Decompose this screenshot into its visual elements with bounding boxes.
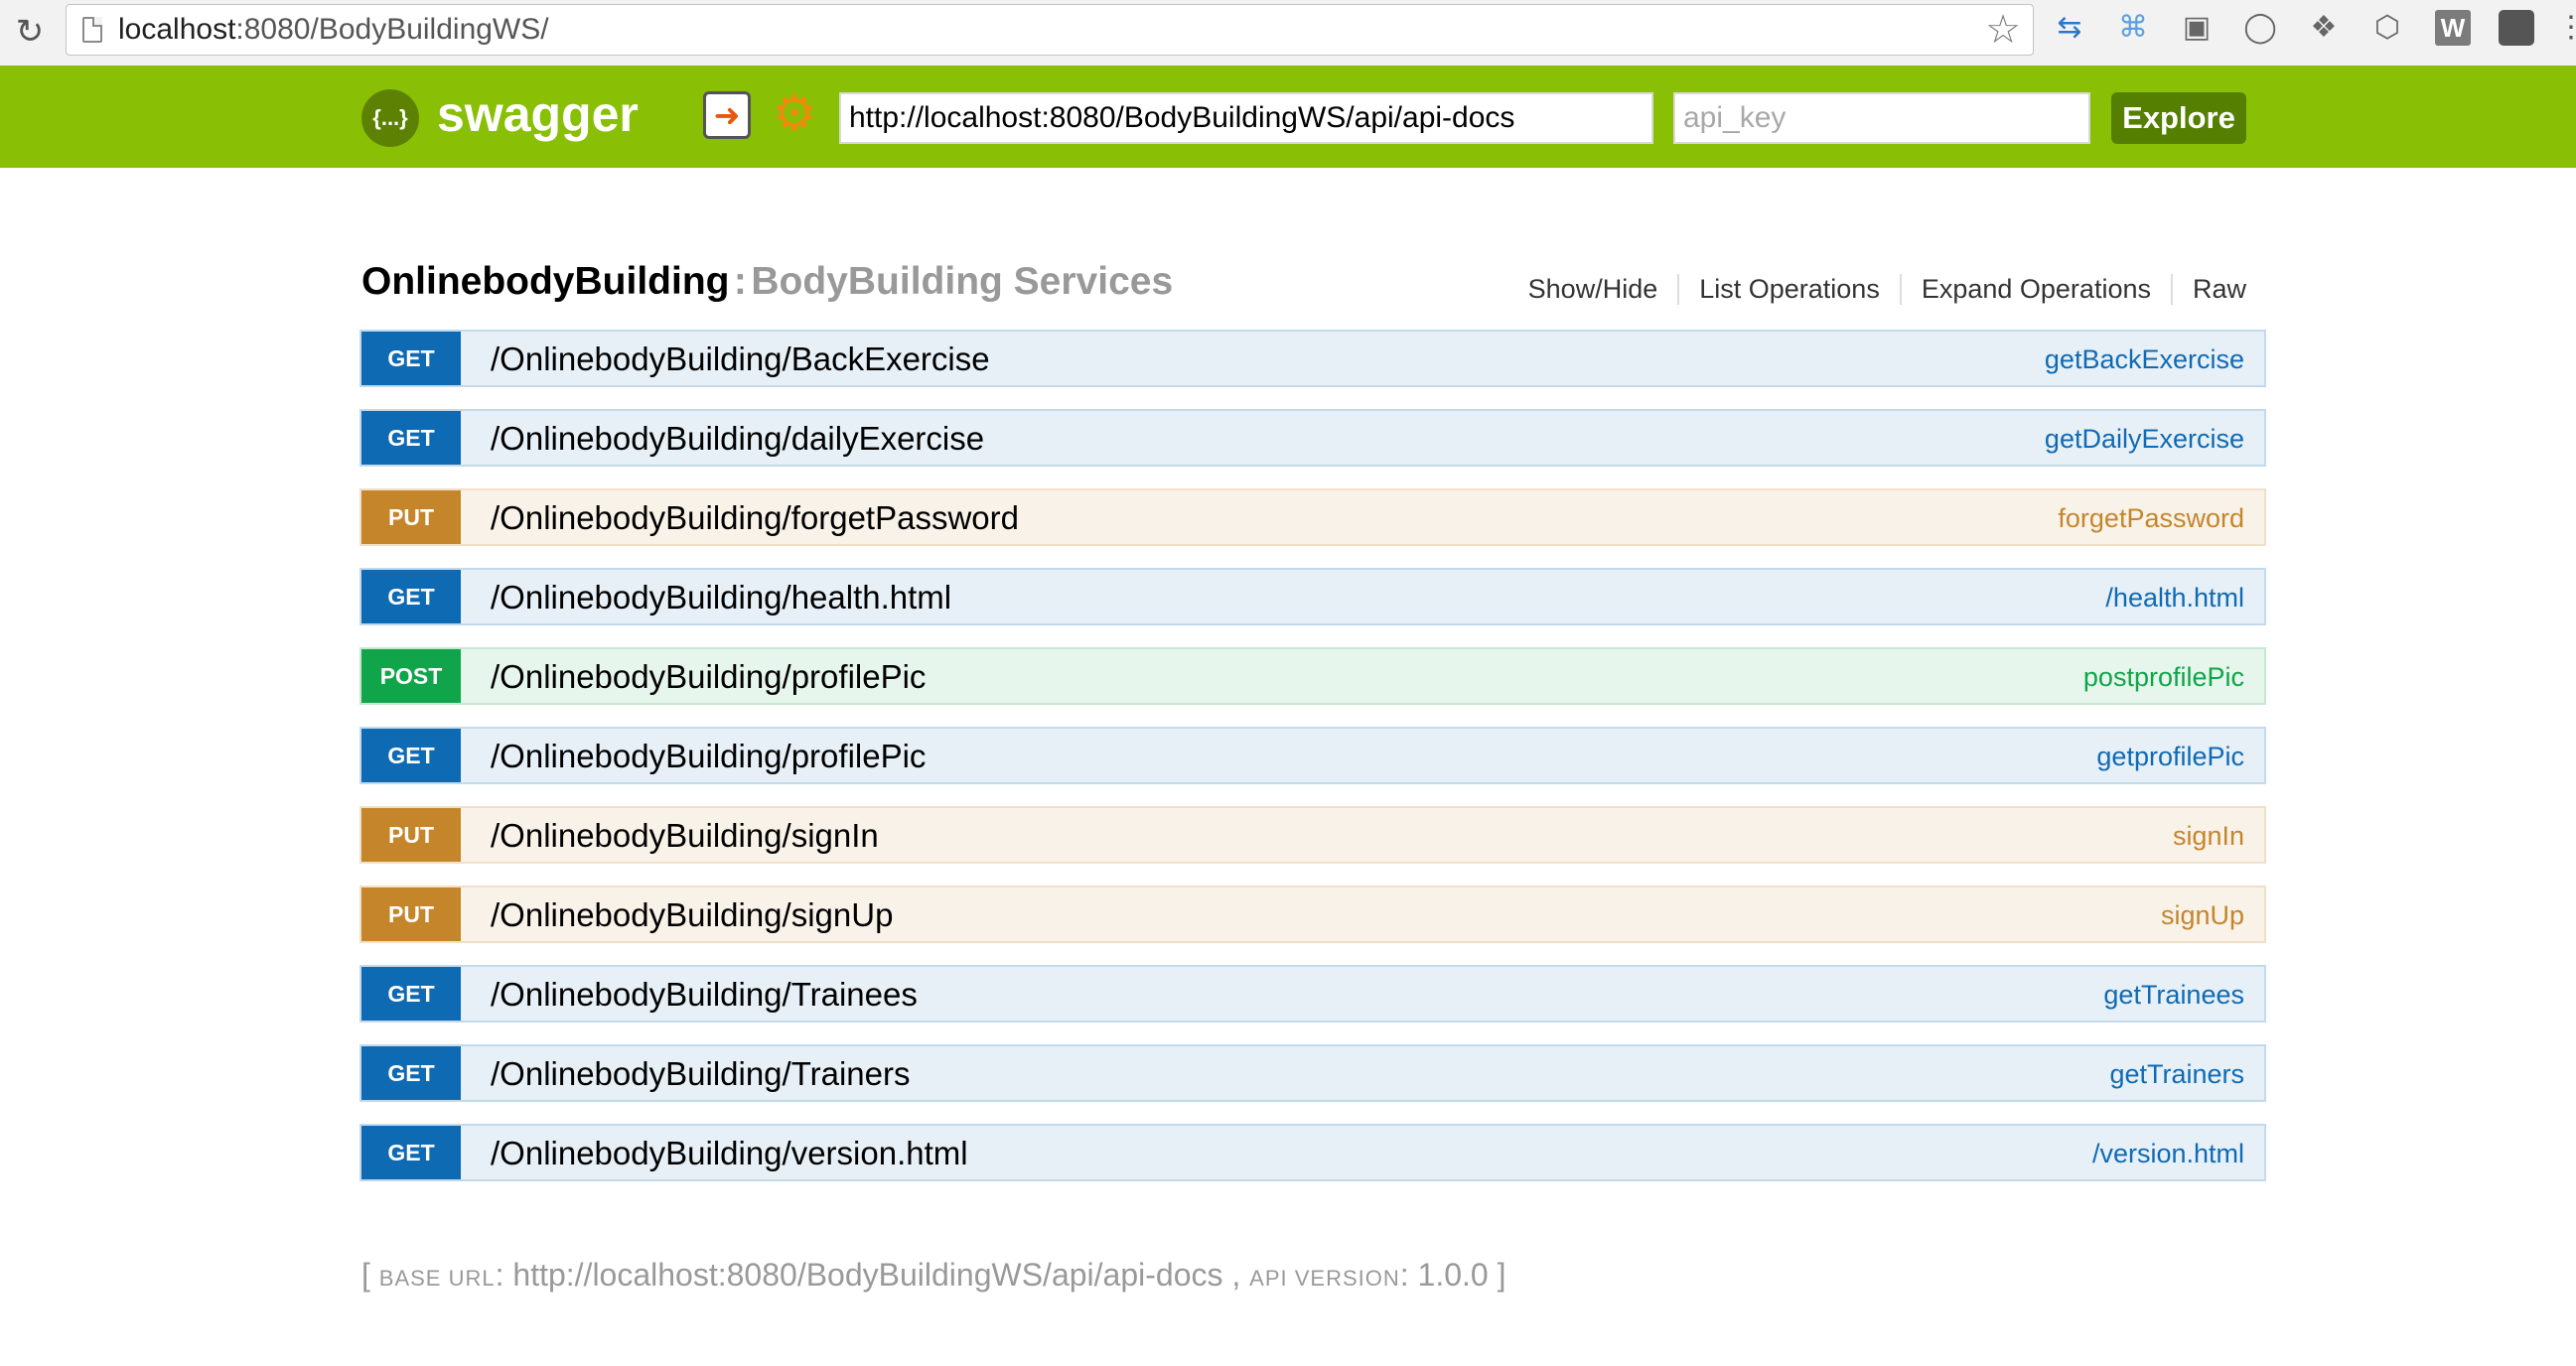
operation-row[interactable]: GET /OnlinebodyBuilding/version.html /ve… — [359, 1124, 2266, 1181]
operation-row[interactable]: PUT /OnlinebodyBuilding/signUp signUp — [359, 886, 2266, 943]
operation-path[interactable]: /OnlinebodyBuilding/profilePic — [491, 658, 926, 696]
url-host: localhost — [118, 13, 236, 46]
method-badge[interactable]: GET — [361, 332, 461, 385]
operation-nickname[interactable]: getprofilePic — [2096, 742, 2244, 772]
method-badge[interactable]: GET — [361, 967, 461, 1021]
operation-path[interactable]: /OnlinebodyBuilding/health.html — [491, 579, 951, 616]
raw-link[interactable]: Raw — [2173, 274, 2246, 305]
method-badge[interactable]: PUT — [361, 490, 461, 544]
page-icon — [82, 17, 102, 43]
operation-row[interactable]: POST /OnlinebodyBuilding/profilePic post… — [359, 647, 2266, 705]
operation-nickname[interactable]: getTrainees — [2103, 980, 2244, 1011]
operation-row[interactable]: PUT /OnlinebodyBuilding/signIn signIn — [359, 806, 2266, 864]
cast-icon[interactable]: ▣ — [2179, 10, 2215, 46]
api-version-label: api version — [1249, 1266, 1400, 1291]
address-bar[interactable]: localhost:8080/BodyBuildingWS/ ☆ — [66, 4, 2034, 56]
api-key-input[interactable] — [1673, 92, 2090, 144]
command-icon[interactable]: ⌘ — [2115, 10, 2151, 46]
operation-path[interactable]: /OnlinebodyBuilding/BackExercise — [491, 341, 990, 378]
operation-nickname[interactable]: forgetPassword — [2058, 503, 2244, 534]
method-badge[interactable]: GET — [361, 1126, 461, 1179]
cube-icon[interactable]: ⬡ — [2369, 10, 2405, 46]
base-url-value: http://localhost:8080/BodyBuildingWS/api… — [512, 1257, 1223, 1293]
operation-nickname[interactable]: getTrainers — [2109, 1059, 2244, 1090]
method-badge[interactable]: GET — [361, 411, 461, 465]
reload-icon[interactable]: ↻ — [10, 12, 50, 52]
method-badge[interactable]: GET — [361, 1046, 461, 1100]
resource-heading: OnlinebodyBuilding : BodyBuilding Servic… — [361, 260, 1173, 304]
operation-row[interactable]: GET /OnlinebodyBuilding/health.html /hea… — [359, 568, 2266, 625]
resource-name[interactable]: OnlinebodyBuilding — [361, 260, 729, 303]
operation-nickname[interactable]: signIn — [2173, 821, 2244, 852]
resource-links: Show/Hide List Operations Expand Operation… — [1508, 274, 2246, 305]
explore-button[interactable]: Explore — [2111, 92, 2246, 144]
operation-nickname[interactable]: getDailyExercise — [2045, 424, 2244, 455]
speech-extension-icon[interactable] — [2499, 10, 2534, 46]
expand-operations-link[interactable]: Expand Operations — [1902, 274, 2173, 305]
operation-path[interactable]: /OnlinebodyBuilding/Trainees — [491, 976, 918, 1014]
method-badge[interactable]: GET — [361, 570, 461, 623]
url-path: :8080/BodyBuildingWS/ — [235, 13, 549, 46]
resource-description: BodyBuilding Services — [751, 260, 1174, 303]
method-badge[interactable]: PUT — [361, 888, 461, 941]
sync-icon[interactable]: ⇆ — [2052, 10, 2087, 46]
base-url-label: base url — [378, 1266, 496, 1291]
operation-nickname[interactable]: getBackExercise — [2045, 344, 2244, 375]
operation-row[interactable]: GET /OnlinebodyBuilding/Trainers getTrai… — [359, 1044, 2266, 1102]
gear-icon[interactable]: ⚙ — [769, 87, 820, 139]
base-url-footer: [ base url: http://localhost:8080/BodyBu… — [361, 1257, 1506, 1293]
operation-row[interactable]: GET /OnlinebodyBuilding/BackExercise get… — [359, 330, 2266, 387]
show-hide-link[interactable]: Show/Hide — [1508, 274, 1680, 305]
api-version-value: 1.0.0 — [1417, 1257, 1489, 1293]
operation-row[interactable]: GET /OnlinebodyBuilding/dailyExercise ge… — [359, 409, 2266, 467]
operation-row[interactable]: PUT /OnlinebodyBuilding/forgetPassword f… — [359, 488, 2266, 546]
bookmark-star-icon[interactable]: ☆ — [1985, 7, 2021, 53]
list-operations-link[interactable]: List Operations — [1679, 274, 1902, 305]
resource-separator: : — [733, 260, 747, 303]
operation-nickname[interactable]: postprofilePic — [2083, 662, 2244, 693]
operation-row[interactable]: GET /OnlinebodyBuilding/Trainees getTrai… — [359, 965, 2266, 1023]
operations-list: GET /OnlinebodyBuilding/BackExercise get… — [359, 330, 2266, 1203]
operation-path[interactable]: /OnlinebodyBuilding/dailyExercise — [491, 420, 984, 458]
operation-path[interactable]: /OnlinebodyBuilding/Trainers — [491, 1055, 911, 1093]
operation-path[interactable]: /OnlinebodyBuilding/forgetPassword — [491, 499, 1019, 537]
swagger-title[interactable]: swagger — [437, 85, 639, 143]
api-url-input[interactable] — [839, 92, 1653, 144]
menu-icon[interactable]: ⋮ — [2556, 10, 2576, 50]
operation-row[interactable]: GET /OnlinebodyBuilding/profilePic getpr… — [359, 727, 2266, 784]
w-extension-icon[interactable]: W — [2435, 10, 2471, 46]
operation-path[interactable]: /OnlinebodyBuilding/version.html — [491, 1135, 968, 1172]
method-badge[interactable]: POST — [361, 649, 461, 703]
swagger-logo-icon: {...} — [361, 89, 419, 147]
wrench-icon[interactable]: ➜ — [703, 91, 751, 139]
operation-path[interactable]: /OnlinebodyBuilding/profilePic — [491, 738, 926, 775]
circle-icon[interactable]: ◯ — [2242, 10, 2278, 46]
swagger-header: {...} swagger ➜ ⚙ Explore — [0, 66, 2576, 168]
operation-path[interactable]: /OnlinebodyBuilding/signIn — [491, 817, 879, 855]
operation-nickname[interactable]: signUp — [2161, 900, 2244, 931]
operation-nickname[interactable]: /health.html — [2105, 583, 2244, 614]
method-badge[interactable]: PUT — [361, 808, 461, 862]
footer-bracket-close: ] — [1497, 1257, 1506, 1293]
operation-nickname[interactable]: /version.html — [2092, 1139, 2244, 1169]
address-text[interactable]: localhost:8080/BodyBuildingWS/ — [118, 13, 549, 47]
browser-toolbar: ↻ localhost:8080/BodyBuildingWS/ ☆ ⇆ ⌘ ▣… — [0, 0, 2576, 67]
footer-bracket-open: [ — [361, 1257, 370, 1293]
operation-path[interactable]: /OnlinebodyBuilding/signUp — [491, 896, 893, 934]
dropbox-icon[interactable]: ❖ — [2306, 10, 2342, 46]
method-badge[interactable]: GET — [361, 729, 461, 782]
